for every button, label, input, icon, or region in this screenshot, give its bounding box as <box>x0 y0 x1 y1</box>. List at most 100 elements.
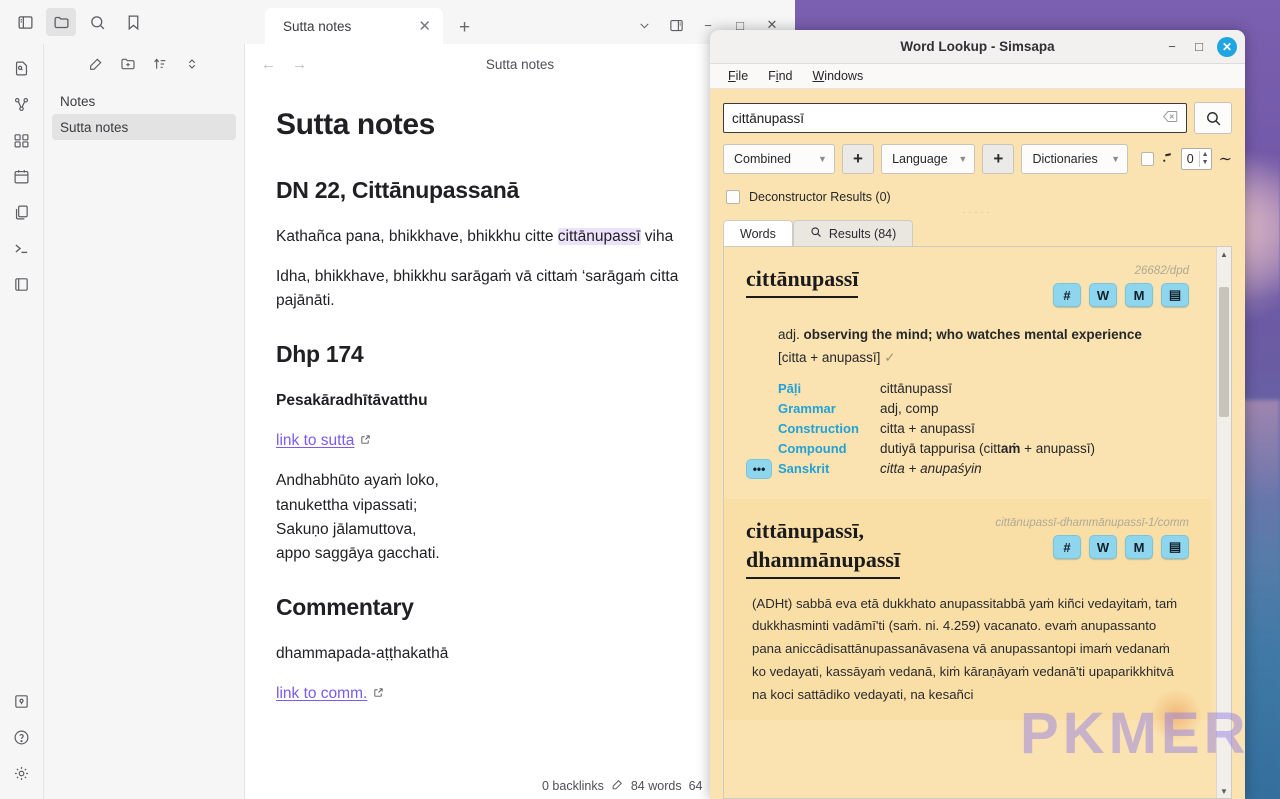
tab-words[interactable]: Words <box>723 220 793 246</box>
highlighted-term: cittānupassī <box>557 227 641 245</box>
new-folder-icon[interactable] <box>120 56 136 77</box>
scroll-up-icon[interactable]: ▲ <box>1217 247 1231 261</box>
meaning-button[interactable]: M <box>1125 535 1153 560</box>
chevron-down-icon[interactable] <box>629 12 659 38</box>
hash-button[interactable]: # <box>1053 283 1081 307</box>
search-input[interactable]: cittānupassī <box>723 103 1187 133</box>
menu-find[interactable]: Find <box>768 69 792 83</box>
link-to-commentary[interactable]: link to comm. <box>276 685 367 702</box>
search-button[interactable] <box>1194 102 1232 134</box>
dictionary-entry: cittānupassī, dhammānupassī cittānupassī… <box>724 499 1211 721</box>
fuzzy-distance-spinbox[interactable]: 0 ▲ ▼ <box>1180 148 1212 170</box>
field-value: cittānupassī <box>880 381 953 397</box>
collapse-icon[interactable] <box>184 56 200 77</box>
combined-dropdown[interactable]: Combined ▼ <box>723 144 835 174</box>
canvas-icon[interactable] <box>7 126 37 154</box>
minimize-button[interactable]: − <box>1163 38 1181 56</box>
status-char-count: 64 <box>688 779 703 793</box>
dictionary-entry: cittānupassī 26682/dpd # W M ▤ adj. obse… <box>724 247 1211 487</box>
controls-row: Combined ▼ + Language ▼ + Dictionaries ▼… <box>710 134 1245 174</box>
maximize-button[interactable]: □ <box>1190 38 1208 56</box>
tab-sutta-notes[interactable]: Sutta notes ✕ <box>265 8 443 44</box>
status-backlinks[interactable]: 0 backlinks <box>542 779 604 793</box>
spin-arrows[interactable]: ▲ ▼ <box>1198 151 1211 167</box>
heading-dhp174: Dhp 174 <box>276 341 364 368</box>
clear-icon[interactable] <box>1162 110 1178 126</box>
forward-button[interactable]: → <box>292 56 307 73</box>
field-value: dutiyā tappurisa (cittaṁ + anupassī) <box>880 441 1095 457</box>
deconstructor-checkbox[interactable] <box>726 190 740 204</box>
field-value: adj, comp <box>880 401 939 417</box>
graph-view-icon[interactable] <box>7 90 37 118</box>
link-to-comm-paragraph: link to comm. <box>276 682 765 706</box>
folder-icon[interactable] <box>46 8 76 36</box>
dictionaries-dropdown[interactable]: Dictionaries ▼ <box>1021 144 1129 174</box>
entry-word[interactable]: cittānupassī, dhammānupassī <box>746 517 901 579</box>
simsapa-window-controls: − □ ✕ <box>1163 36 1237 57</box>
help-icon[interactable] <box>7 723 37 751</box>
table-button[interactable]: ▤ <box>1161 535 1189 560</box>
add-source-button[interactable]: + <box>841 144 875 174</box>
nav-arrows: ← → <box>261 56 307 73</box>
meaning-button[interactable]: M <box>1125 283 1153 307</box>
word-button[interactable]: W <box>1089 535 1117 560</box>
pencil-icon[interactable] <box>611 778 624 794</box>
search-icon <box>810 226 822 241</box>
deconstructor-label: Deconstructor Results (0) <box>749 190 891 204</box>
tab-results[interactable]: Results (84) <box>792 220 914 246</box>
field-key: Sanskrit <box>778 461 830 477</box>
word-button[interactable]: W <box>1089 283 1117 307</box>
entry-action-buttons: # W M ▤ <box>1053 283 1189 307</box>
file-list: Notes Sutta notes <box>44 88 244 140</box>
terminal-icon[interactable] <box>7 234 37 262</box>
new-note-icon[interactable] <box>88 56 104 77</box>
menu-file[interactable]: File <box>728 69 748 83</box>
back-button[interactable]: ← <box>261 56 276 73</box>
fuzzy-checkbox[interactable] <box>1141 152 1154 166</box>
entry-fields: Pāḷi cittānupassī Grammar adj, comp Cons… <box>746 381 1189 480</box>
results-scrollbar[interactable]: ▲ ▼ <box>1216 247 1231 798</box>
file-list-item-sutta-notes[interactable]: Sutta notes <box>52 114 236 140</box>
heading-commentary: Commentary <box>276 594 414 621</box>
tilde-icon[interactable]: ∼ <box>1219 149 1232 169</box>
search-row: cittānupassī <box>710 89 1245 134</box>
field-value: citta + anupassī <box>880 421 975 437</box>
sort-icon[interactable] <box>152 56 168 77</box>
toggle-right-sidebar-icon[interactable] <box>661 12 691 38</box>
daily-note-icon[interactable] <box>7 162 37 190</box>
language-dropdown[interactable]: Language ▼ <box>881 144 976 174</box>
search-icon[interactable] <box>82 8 112 36</box>
close-button[interactable]: ✕ <box>1217 36 1237 57</box>
quick-switcher-icon[interactable] <box>7 54 37 82</box>
add-language-button[interactable]: + <box>982 144 1015 174</box>
toggle-left-sidebar-icon[interactable] <box>10 8 40 36</box>
obsidian-body: Notes Sutta notes ← → Sutta notes Sutta … <box>0 44 795 799</box>
file-list-item-notes[interactable]: Notes <box>52 88 236 114</box>
obsidian-ribbon-top <box>0 0 245 44</box>
table-button[interactable]: ▤ <box>1161 283 1189 307</box>
file-item-label: Notes <box>60 93 96 109</box>
entry-word[interactable]: cittānupassī <box>746 265 859 299</box>
menu-windows[interactable]: Windows <box>812 69 863 83</box>
templates-icon[interactable] <box>7 198 37 226</box>
more-options-icon[interactable]: ••• <box>746 459 772 480</box>
settings-icon[interactable] <box>7 759 37 787</box>
tab-results-label: Results (84) <box>828 226 897 241</box>
new-tab-button[interactable]: + <box>459 18 470 37</box>
language-label: Language <box>892 152 948 166</box>
entry-commentary-text: (ADHt) sabbā eva etā dukkhato anupassita… <box>752 595 1178 702</box>
entry-id: 26682/dpd <box>1134 265 1189 277</box>
results-panel: cittānupassī 26682/dpd # W M ▤ adj. obse… <box>723 246 1232 799</box>
bookmark-icon[interactable] <box>118 8 148 36</box>
paragraph-kathanca: Kathañca pana, bhikkhave, bhikkhu citte … <box>276 225 765 249</box>
splitter-handle[interactable]: ····· <box>710 204 1245 220</box>
entry-meta: 26682/dpd # W M ▤ <box>1053 265 1189 307</box>
search-input-value: cittānupassī <box>732 110 805 126</box>
close-icon[interactable]: ✕ <box>418 19 431 34</box>
reading-view-icon[interactable] <box>7 270 37 298</box>
hash-button[interactable]: # <box>1053 535 1081 560</box>
scroll-down-icon[interactable]: ▼ <box>1217 784 1231 798</box>
vault-icon[interactable] <box>7 687 37 715</box>
scrollbar-thumb[interactable] <box>1219 287 1229 417</box>
link-to-sutta[interactable]: link to sutta <box>276 432 354 449</box>
